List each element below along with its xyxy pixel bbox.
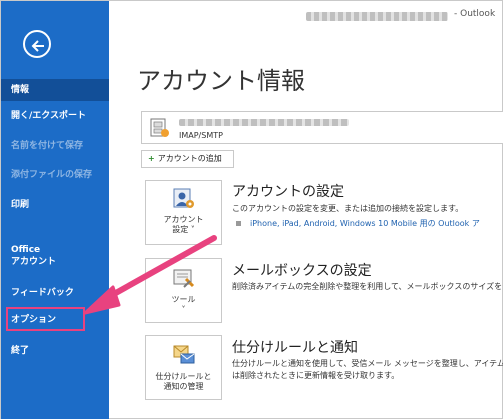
sidebar-item-feedback[interactable]: フィードバック (1, 287, 109, 299)
options-highlight-box (6, 307, 85, 331)
rules-alerts-title: 仕分けルールと通知 (232, 340, 358, 356)
sidebar-item-save-attachments[interactable]: 添付ファイルの保存 (1, 169, 109, 181)
account-settings-icon (173, 188, 194, 208)
account-settings-button[interactable]: アカウント 設定 ˅ (145, 180, 222, 245)
mobile-app-link-row: iPhone, iPad, Android, Windows 10 Mobile… (236, 218, 480, 229)
outlook-backstage-window: 情報 開く/エクスポート 名前を付けて保存 添付ファイルの保存 印刷 Offic… (0, 0, 503, 419)
rules-alerts-description-line2: は削除されたときに更新情報を受け取ります。 (232, 371, 400, 380)
rules-alerts-description: 仕分けルールと通知を使用して、受信メール メッセージを整理し、アイテムが (232, 359, 503, 368)
add-account-label: アカウントの追加 (157, 154, 222, 163)
window-title: - Outlook (454, 9, 496, 19)
manage-rules-tile-label: 仕分けルールと 通知の管理 (155, 372, 212, 391)
rules-alerts-icon (173, 345, 195, 364)
add-account-button[interactable]: + アカウントの追加 (141, 150, 234, 168)
sidebar-item-open-export[interactable]: 開く/エクスポート (1, 110, 109, 122)
title-account-blurred (306, 12, 448, 21)
account-type: IMAP/SMTP (179, 131, 223, 140)
account-settings-tile-label: アカウント 設定 ˅ (163, 215, 204, 234)
plus-icon: + (148, 154, 155, 163)
sidebar-item-exit[interactable]: 終了 (1, 345, 109, 357)
mailbox-tools-icon (173, 269, 195, 288)
back-button[interactable] (23, 30, 51, 58)
account-server-icon (150, 118, 169, 137)
backstage-sidebar: 情報 開く/エクスポート 名前を付けて保存 添付ファイルの保存 印刷 Offic… (1, 1, 109, 419)
account-selector[interactable]: IMAP/SMTP (141, 111, 503, 144)
tools-button[interactable]: ツール ˅ (145, 258, 222, 323)
sidebar-item-save-as[interactable]: 名前を付けて保存 (1, 140, 109, 152)
manage-rules-button[interactable]: 仕分けルールと 通知の管理 (145, 335, 222, 400)
sidebar-item-print[interactable]: 印刷 (1, 199, 109, 211)
mailbox-settings-title: メールボックスの設定 (232, 263, 372, 279)
tools-tile-label: ツール ˅ (171, 295, 196, 314)
sidebar-item-info[interactable]: 情報 (1, 79, 109, 101)
account-settings-title: アカウントの設定 (232, 184, 344, 200)
account-email-blurred (179, 119, 349, 126)
back-arrow-icon (31, 40, 44, 52)
mobile-app-link[interactable]: iPhone, iPad, Android, Windows 10 Mobile… (250, 219, 480, 228)
page-title: アカウント情報 (137, 67, 305, 95)
mailbox-settings-description: 削除済みアイテムの完全削除や整理を利用して、メールボックスのサイズを (232, 282, 503, 291)
sidebar-item-office-account[interactable]: Office アカウント (1, 244, 91, 268)
bullet-icon (236, 221, 241, 226)
account-settings-description: このアカウントの設定を変更、または追加の接続を設定します。 (232, 204, 464, 213)
